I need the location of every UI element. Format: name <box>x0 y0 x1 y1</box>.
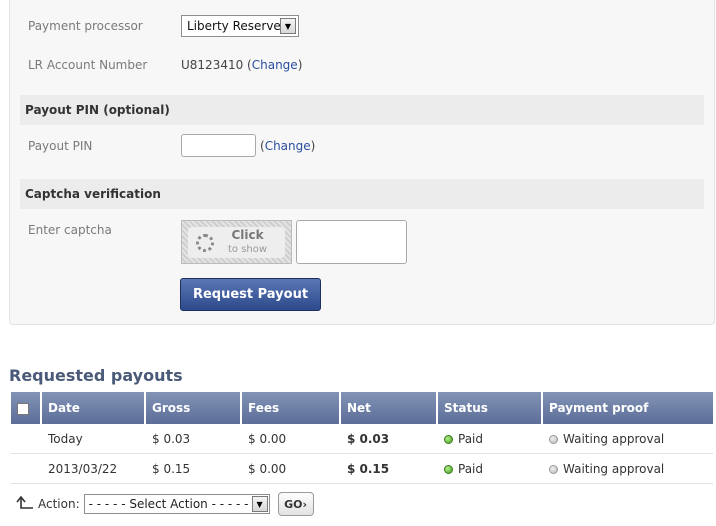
chevron-down-icon[interactable]: ▼ <box>251 496 268 512</box>
table-header-row: Date Gross Fees Net Status Payment proof <box>11 392 713 424</box>
status-text: Paid <box>458 431 484 446</box>
captcha-image[interactable]: Click to show <box>181 220 292 264</box>
select-all-checkbox[interactable] <box>17 402 29 415</box>
bulk-action-bar: Action: - - - - - Select Action - - - - … <box>16 492 314 516</box>
captcha-input[interactable] <box>296 220 407 264</box>
col-fees[interactable]: Fees <box>242 392 341 424</box>
captcha-overlay: Click to show <box>188 227 285 258</box>
action-label: Action: <box>38 497 80 511</box>
payouts-table: Date Gross Fees Net Status Payment proof… <box>11 392 713 484</box>
request-payout-button[interactable]: Request Payout <box>180 278 321 311</box>
account-number: U8123410 <box>181 58 244 72</box>
proof-text: Waiting approval <box>563 431 665 446</box>
col-date[interactable]: Date <box>42 392 146 424</box>
col-gross[interactable]: Gross <box>146 392 242 424</box>
captcha-hint: Click to show <box>228 229 267 256</box>
action-select-value: - - - - - Select Action - - - - - <box>88 497 249 511</box>
processor-select[interactable]: Liberty Reserve ▼ <box>181 15 299 37</box>
processor-label: Payment processor <box>28 19 143 33</box>
proof-text: Waiting approval <box>563 461 665 476</box>
col-payment-proof[interactable]: Payment proof <box>543 392 713 424</box>
cell-gross: $ 0.03 <box>146 424 242 454</box>
cell-date: 2013/03/22 <box>42 454 146 484</box>
cell-date: Today <box>42 424 146 454</box>
cell-fees: $ 0.00 <box>242 454 341 484</box>
col-status[interactable]: Status <box>438 392 543 424</box>
table-row: Today $ 0.03 $ 0.00 $ 0.03 Paid Waiting … <box>11 424 713 454</box>
account-label: LR Account Number <box>28 58 148 72</box>
status-text: Paid <box>458 461 484 476</box>
status-paid-icon <box>444 464 453 474</box>
loading-spinner-icon <box>196 233 214 252</box>
cell-proof: Waiting approval <box>543 454 713 484</box>
captcha-section-header: Captcha verification <box>20 179 704 209</box>
captcha-click-text: Click <box>231 228 264 242</box>
select-all-cell <box>11 392 42 424</box>
go-button[interactable]: GO› <box>277 492 314 516</box>
arrow-up-left-icon <box>16 496 33 509</box>
cell-net: $ 0.03 <box>341 424 438 454</box>
change-account-link[interactable]: Change <box>252 58 298 72</box>
cell-net: $ 0.15 <box>341 454 438 484</box>
status-waiting-icon <box>549 464 558 474</box>
cell-fees: $ 0.00 <box>242 424 341 454</box>
pin-label: Payout PIN <box>28 139 93 153</box>
payout-form-panel <box>9 0 715 325</box>
cell-status: Paid <box>438 424 543 454</box>
row-select-cell <box>11 424 42 454</box>
col-net[interactable]: Net <box>341 392 438 424</box>
pin-section-header: Payout PIN (optional) <box>20 95 704 125</box>
account-value-line: U8123410 (Change) <box>181 58 303 72</box>
processor-select-value: Liberty Reserve <box>187 19 281 33</box>
cell-status: Paid <box>438 454 543 484</box>
status-paid-icon <box>444 434 453 444</box>
cell-proof: Waiting approval <box>543 424 713 454</box>
row-select-cell <box>11 454 42 484</box>
change-pin-link[interactable]: Change <box>265 139 311 153</box>
chevron-down-icon[interactable]: ▼ <box>280 18 296 34</box>
action-select[interactable]: - - - - - Select Action - - - - - ▼ <box>83 494 270 514</box>
status-waiting-icon <box>549 434 558 444</box>
captcha-sub-text: to show <box>228 244 268 255</box>
pin-change-line: (Change) <box>260 139 316 153</box>
pin-input[interactable] <box>181 134 256 157</box>
requested-payouts-title: Requested payouts <box>9 366 183 385</box>
captcha-label: Enter captcha <box>28 223 112 237</box>
cell-gross: $ 0.15 <box>146 454 242 484</box>
table-row: 2013/03/22 $ 0.15 $ 0.00 $ 0.15 Paid Wai… <box>11 454 713 484</box>
